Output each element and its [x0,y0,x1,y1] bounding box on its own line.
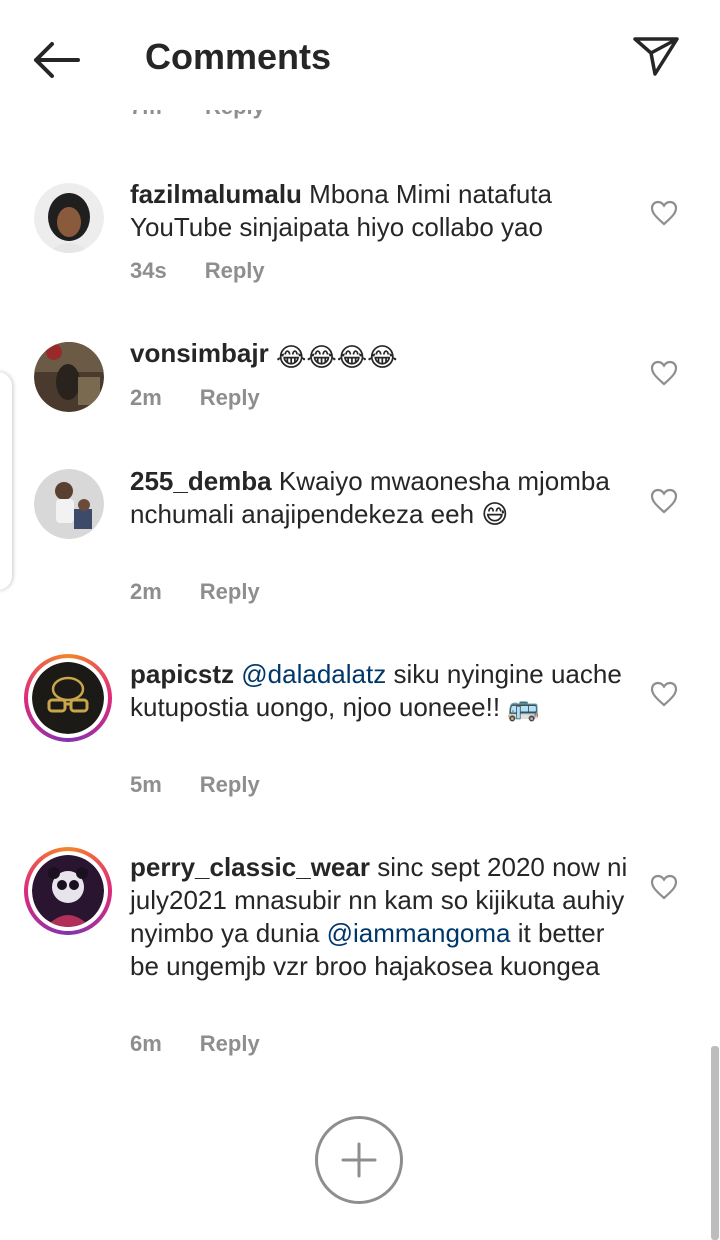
back-button[interactable] [26,38,84,82]
load-more-comments-button[interactable] [315,1116,403,1204]
heart-outline-icon[interactable] [650,681,678,707]
comment-username[interactable]: papicstz [130,659,234,689]
share-button[interactable] [630,34,682,78]
heart-outline-icon[interactable] [650,874,678,900]
comment-time: 2m [130,579,162,604]
reply-button[interactable]: Reply [200,385,260,411]
paper-plane-icon [633,37,679,76]
reply-button[interactable]: Reply [200,579,260,605]
avatar-story-ring[interactable] [24,847,112,935]
top-bar: Comments [0,0,720,110]
comment-username[interactable]: 255_demba [130,466,272,496]
mention-link[interactable]: @daladalatz [241,659,386,689]
comment-username[interactable]: perry_classic_wear [130,852,370,882]
side-panel-edge [0,372,12,590]
comment-time: 5m [130,772,162,797]
avatar[interactable] [34,342,104,412]
reply-button[interactable]: Reply [205,258,265,284]
avatar-image [34,469,104,539]
avatar[interactable] [34,183,104,253]
reply-button[interactable]: Reply [200,772,260,798]
comment-time: 6m [130,1031,162,1056]
heart-outline-icon[interactable] [650,200,678,226]
arrow-left-icon [34,42,80,78]
comment-username[interactable]: vonsimbajr [130,338,269,368]
avatar-image [32,662,104,734]
comment-time: 34s [130,258,167,283]
heart-outline-icon[interactable] [650,360,678,386]
plus-icon [341,1142,377,1178]
avatar-image [34,183,104,253]
avatar-story-ring[interactable] [24,654,112,742]
avatar[interactable] [34,469,104,539]
comment-username[interactable]: fazilmalumalu [130,179,302,209]
comment-time: 2m [130,385,162,410]
reply-button[interactable]: Reply [200,1031,260,1057]
mention-link[interactable]: @iammangoma [327,918,511,948]
page-title: Comments [145,36,332,77]
avatar-image [32,855,104,927]
heart-outline-icon[interactable] [650,488,678,514]
avatar-image [34,342,104,412]
comment-text: 😂😂😂😂 [275,342,398,372]
scrollbar[interactable] [711,1046,719,1240]
